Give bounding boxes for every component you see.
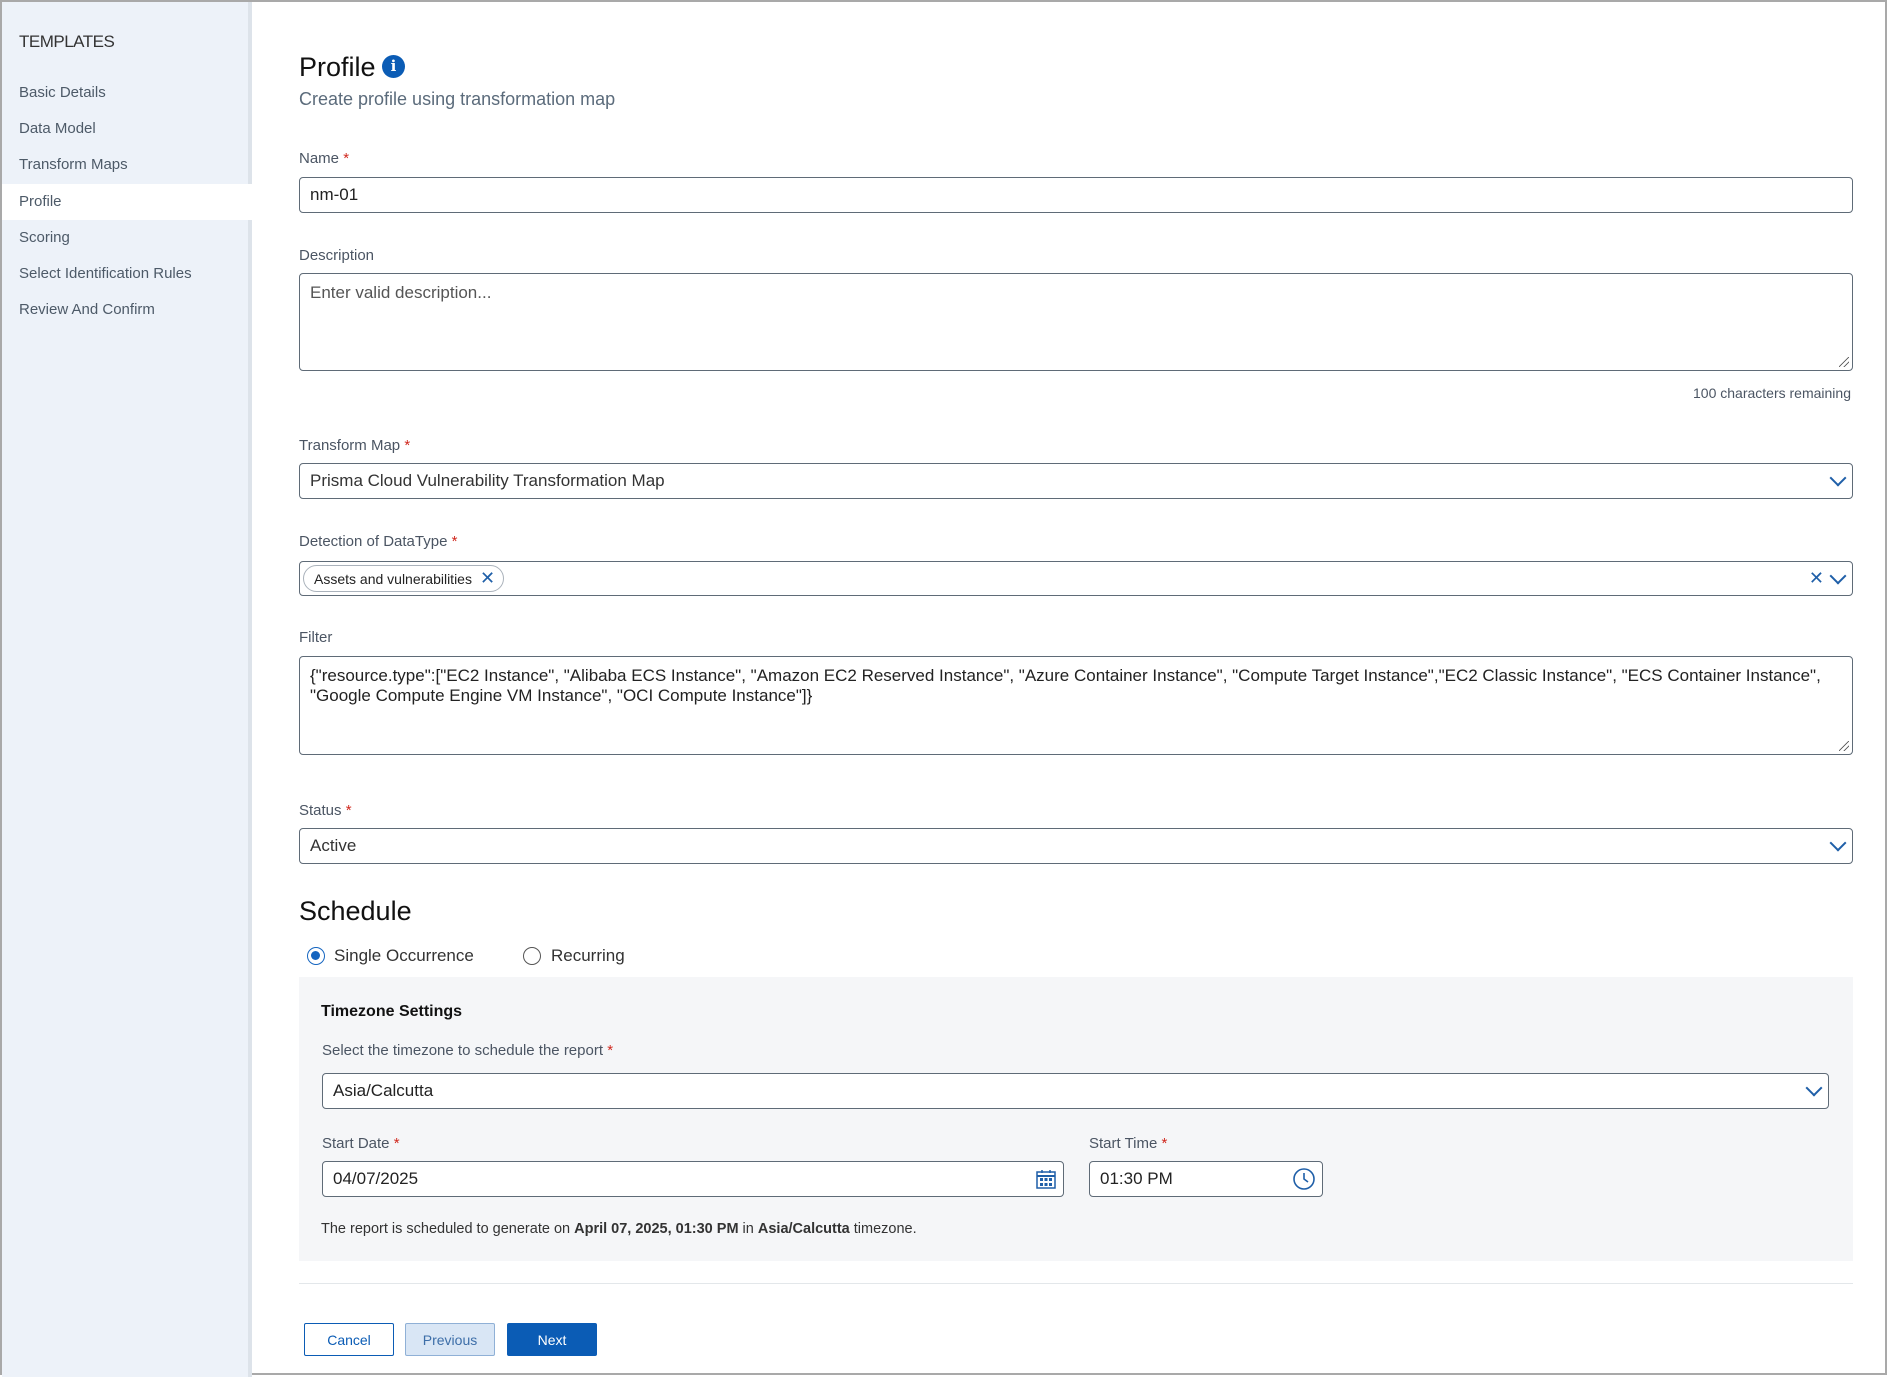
divider <box>299 1283 1853 1284</box>
start-time-label: Start Time * <box>1089 1135 1168 1152</box>
info-icon[interactable]: i <box>382 55 405 78</box>
sidebar-heading: TEMPLATES <box>19 32 115 51</box>
sidebar-item-review-confirm[interactable]: Review And Confirm <box>2 292 252 328</box>
filter-label: Filter <box>299 629 333 646</box>
sidebar-item-identification-rules[interactable]: Select Identification Rules <box>2 256 252 292</box>
sidebar: TEMPLATES Basic Details Data Model Trans… <box>2 2 252 1377</box>
sidebar-item-data-model[interactable]: Data Model <box>2 111 252 147</box>
transform-map-select[interactable]: Prisma Cloud Vulnerability Transformatio… <box>299 463 1853 499</box>
sidebar-item-basic-details[interactable]: Basic Details <box>2 75 252 111</box>
chip-remove-icon[interactable]: ✕ <box>480 568 495 589</box>
name-label: Name * <box>299 150 350 167</box>
status-label: Status * <box>299 802 352 819</box>
timezone-select[interactable]: Asia/Calcutta <box>322 1073 1829 1109</box>
recurring-label[interactable]: Recurring <box>551 946 625 966</box>
chevron-down-icon <box>1829 834 1847 852</box>
cancel-button[interactable]: Cancel <box>304 1323 394 1356</box>
schedule-summary: The report is scheduled to generate on A… <box>321 1221 917 1237</box>
resize-handle-icon[interactable] <box>1839 357 1849 367</box>
schedule-heading: Schedule <box>299 896 412 926</box>
chevron-down-icon <box>1829 469 1847 487</box>
name-input[interactable]: nm-01 <box>299 177 1853 213</box>
clock-icon[interactable] <box>1292 1167 1316 1191</box>
start-time-input[interactable]: 01:30 PM <box>1089 1161 1323 1197</box>
sidebar-item-transform-maps[interactable]: Transform Maps <box>2 147 252 183</box>
detection-label: Detection of DataType * <box>299 533 458 550</box>
single-occurrence-label[interactable]: Single Occurrence <box>334 946 474 966</box>
next-button[interactable]: Next <box>507 1323 597 1356</box>
description-label: Description <box>299 247 375 264</box>
page-title: Profile <box>299 52 376 82</box>
chevron-down-icon <box>1805 1079 1823 1097</box>
chip-assets-vulnerabilities: Assets and vulnerabilities ✕ <box>303 565 505 592</box>
recurring-radio[interactable] <box>523 947 541 965</box>
sidebar-item-scoring[interactable]: Scoring <box>2 220 252 256</box>
page-subtitle: Create profile using transformation map <box>299 89 616 109</box>
sidebar-item-profile[interactable]: Profile <box>2 184 252 220</box>
status-select[interactable]: Active <box>299 828 1853 864</box>
timezone-panel: Timezone Settings Select the timezone to… <box>299 977 1853 1261</box>
timezone-title: Timezone Settings <box>321 1003 463 1020</box>
calendar-icon[interactable] <box>1035 1168 1057 1190</box>
start-date-label: Start Date * <box>322 1135 400 1152</box>
resize-handle-icon[interactable] <box>1839 741 1849 751</box>
timezone-label: Select the timezone to schedule the repo… <box>322 1042 614 1059</box>
detection-multiselect[interactable]: Assets and vulnerabilities ✕ ✕ <box>299 561 1853 596</box>
transform-map-label: Transform Map * <box>299 437 411 454</box>
previous-button[interactable]: Previous <box>405 1323 495 1356</box>
clear-all-icon[interactable]: ✕ <box>1809 568 1824 589</box>
filter-textarea[interactable]: {"resource.type":["EC2 Instance", "Aliba… <box>299 656 1853 755</box>
single-occurrence-radio[interactable] <box>307 947 325 965</box>
character-counter: 100 characters remaining <box>1693 385 1851 401</box>
chevron-down-icon[interactable] <box>1829 567 1847 584</box>
start-date-input[interactable]: 04/07/2025 <box>322 1161 1064 1197</box>
description-textarea[interactable]: Enter valid description... <box>299 273 1853 371</box>
